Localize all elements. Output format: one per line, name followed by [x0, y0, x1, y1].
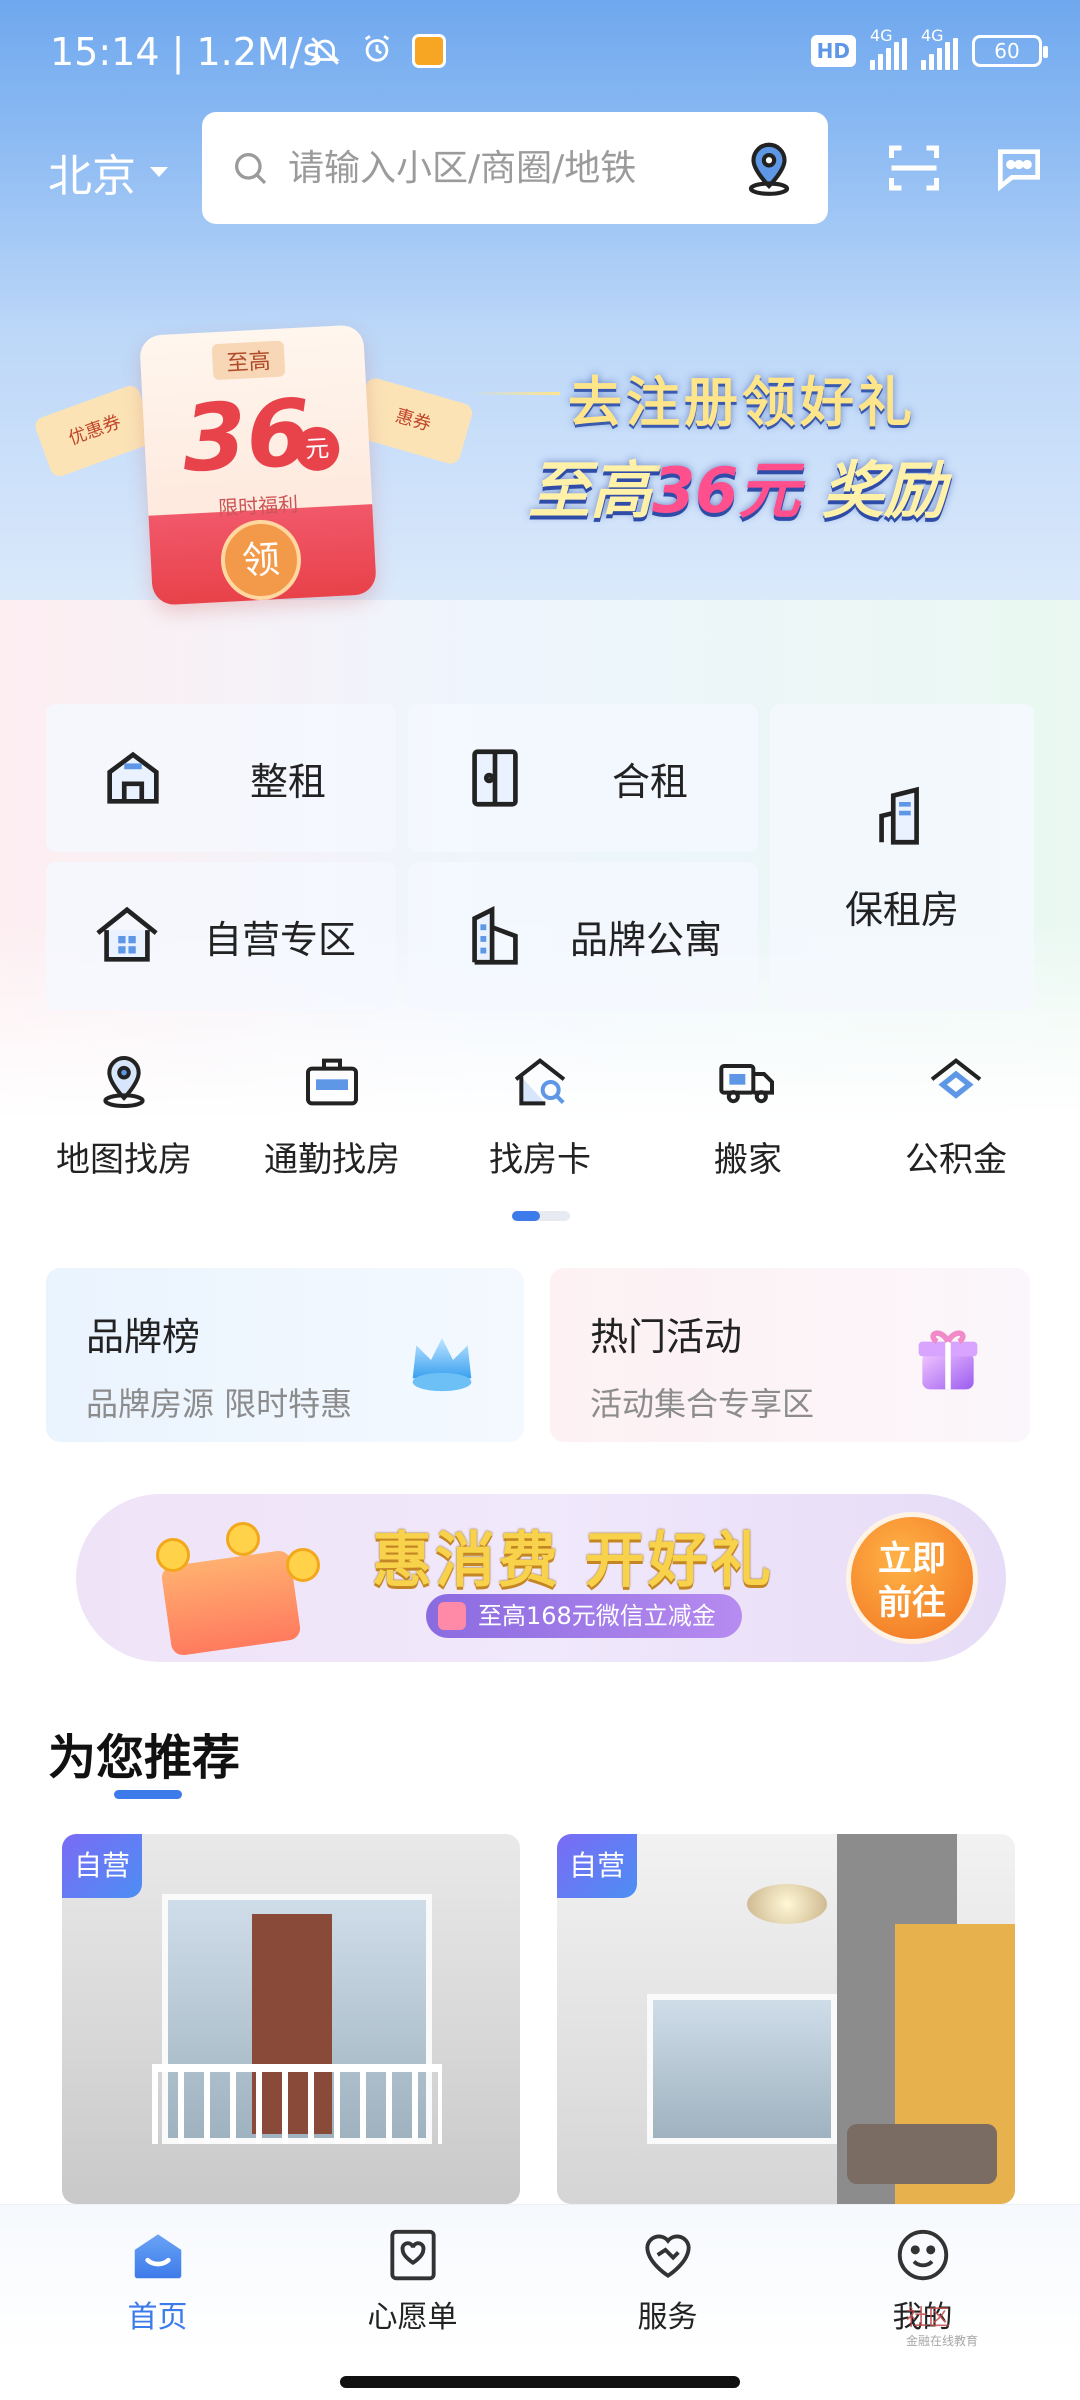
- ticket-right: 惠券: [351, 376, 475, 466]
- search-input[interactable]: [288, 147, 738, 189]
- promo-brand-ranking[interactable]: 品牌榜 品牌房源 限时特惠: [46, 1268, 524, 1442]
- briefcase-icon: [306, 1058, 358, 1106]
- ad-title: 惠消费 开好礼: [372, 1526, 774, 1596]
- coupon-card: 至高 36 元 限时福利 领: [139, 324, 377, 606]
- self-operated-badge: 自营: [557, 1834, 637, 1898]
- search-icon: [235, 153, 267, 185]
- gift-box-icon: [918, 1330, 978, 1390]
- register-banner[interactable]: 优惠券 惠券 至高 36 元 限时福利 领 去注册领好礼 至高36元 奖励: [0, 320, 1080, 606]
- map-pin-icon: [103, 1055, 145, 1108]
- ad-pill: 至高168元微信立减金: [426, 1594, 742, 1638]
- nav-service[interactable]: 服务: [568, 2224, 768, 2336]
- banner-line-left: [470, 392, 560, 395]
- signal-icon-2: 4G: [921, 26, 958, 70]
- caret-down-icon: [150, 167, 168, 177]
- status-right-icons: HD 4G 4G 60: [810, 26, 1048, 70]
- watermark: 社区 金融在线教育: [906, 2306, 979, 2348]
- service-heart-icon: [644, 2234, 691, 2278]
- coupon-top-label: 至高: [211, 340, 286, 381]
- quick-housing-fund[interactable]: 公积金: [861, 1050, 1051, 1181]
- house-icon: [107, 751, 159, 804]
- coupon-amount: 36: [179, 379, 314, 493]
- recommend-underline: [114, 1790, 182, 1799]
- scan-button[interactable]: [884, 138, 944, 198]
- smile-icon: [897, 2229, 948, 2280]
- category-self-operated[interactable]: 自营专区: [46, 862, 396, 1010]
- quick-moving[interactable]: 搬家: [653, 1050, 843, 1181]
- mute-bell-icon: [308, 34, 342, 68]
- truck-icon: [719, 1064, 774, 1104]
- status-time: 15:14 | 1.2M/s: [50, 30, 323, 74]
- coupon-note: 限时福利: [217, 491, 299, 521]
- battery-icon: 60: [972, 35, 1048, 67]
- signal-icon-1: 4G: [870, 26, 907, 70]
- home-building-icon: [96, 906, 158, 962]
- fund-icon: [930, 1058, 982, 1099]
- status-bar: 15:14 | 1.2M/s HD 4G 4G 60: [0, 0, 1080, 105]
- quick-map-search[interactable]: 地图找房: [29, 1050, 219, 1181]
- category-shared-rent[interactable]: 合租: [408, 704, 758, 852]
- recommend-title: 为您推荐: [48, 1730, 241, 1786]
- house-search-icon: [514, 1058, 566, 1106]
- hd-icon: HD: [810, 35, 856, 67]
- quick-links: 地图找房 通勤找房 找房卡 搬家 公积金: [0, 1050, 1080, 1181]
- chandelier-icon: [747, 1884, 827, 1924]
- scan-icon: [889, 145, 939, 191]
- listing-card[interactable]: 自营: [557, 1834, 1015, 2204]
- wishlist-icon: [389, 2229, 436, 2280]
- category-affordable-rent[interactable]: 保租房: [770, 704, 1034, 1010]
- nav-wishlist[interactable]: 心愿单: [313, 2224, 513, 2336]
- page-indicator: [512, 1211, 570, 1221]
- search-bar[interactable]: [202, 112, 828, 224]
- consumption-ad-banner[interactable]: 惠消费 开好礼 至高168元微信立减金 立即前往: [76, 1494, 1006, 1662]
- apartment-icon: [472, 905, 518, 965]
- city-label: 北京: [48, 151, 136, 202]
- home-icon: [134, 2233, 181, 2278]
- tower-icon: [879, 786, 919, 845]
- alarm-icon: [360, 32, 394, 70]
- ticket-left: 优惠券: [32, 383, 158, 479]
- self-operated-badge: 自营: [62, 1834, 142, 1898]
- location-icon[interactable]: [738, 137, 800, 199]
- banner-title: 去注册领好礼: [568, 371, 916, 434]
- quick-house-card[interactable]: 找房卡: [445, 1050, 635, 1181]
- banner-subtitle: 至高36元 奖励: [528, 454, 946, 527]
- promo-hot-activities[interactable]: 热门活动 活动集合专享区: [550, 1268, 1030, 1442]
- quick-commute-search[interactable]: 通勤找房: [237, 1050, 427, 1181]
- nav-home[interactable]: 首页: [58, 2224, 258, 2336]
- city-selector[interactable]: 北京: [48, 140, 168, 204]
- door-icon: [472, 749, 518, 807]
- message-button[interactable]: [990, 140, 1048, 196]
- notification-app-icon: [412, 34, 446, 68]
- status-left-icons: [308, 32, 446, 70]
- home-indicator[interactable]: [340, 2376, 740, 2388]
- crown-icon: [412, 1338, 472, 1392]
- category-whole-rent[interactable]: 整租: [46, 704, 396, 852]
- listing-card[interactable]: 自营: [62, 1834, 520, 2204]
- listing-photo: [647, 1994, 837, 2144]
- ad-go-button[interactable]: 立即前往: [846, 1512, 978, 1644]
- category-brand-apartment[interactable]: 品牌公寓: [408, 862, 758, 1010]
- sofa-icon: [847, 2124, 997, 2184]
- message-icon: [998, 149, 1040, 192]
- gift-illustration: [136, 1518, 326, 1657]
